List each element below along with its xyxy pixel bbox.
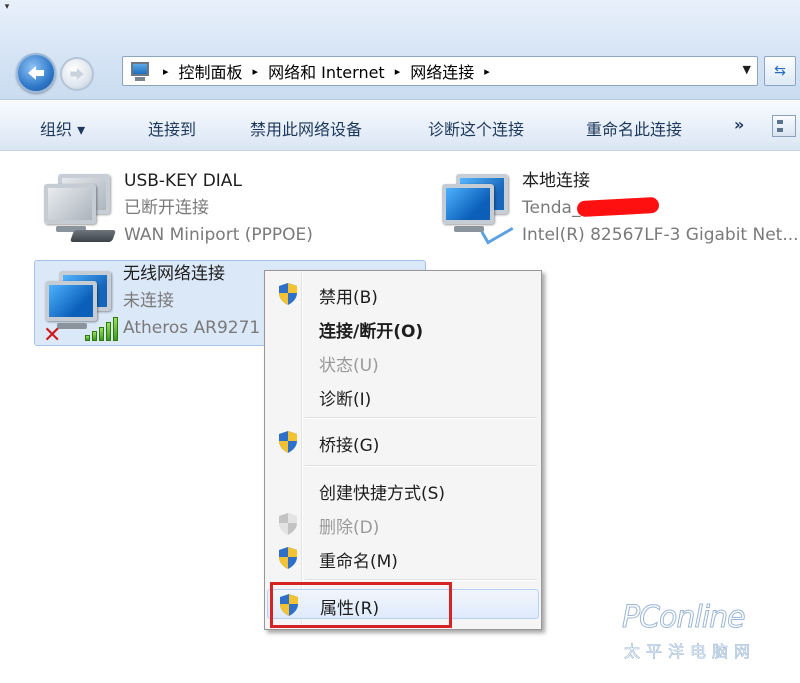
title-bar: ▾ ▸ 控制面板 ▸ 网络和 Internet ▸ 网络连接 ▸ ▼ ⇆	[0, 0, 800, 100]
connection-usb-key-dial[interactable]: USB-KEY DIAL 已断开连接 WAN Miniport (PPPOE)	[38, 168, 368, 254]
network-adapter-icon	[38, 168, 118, 248]
menu-item-bridge[interactable]: 桥接(G)	[267, 427, 539, 457]
breadcrumb-control-panel[interactable]: 控制面板	[179, 59, 243, 83]
connection-device: Atheros AR9271	[123, 318, 261, 338]
menu-item-status: 状态(U)	[319, 356, 379, 376]
control-panel-icon	[129, 60, 153, 82]
menu-item-diagnose[interactable]: 诊断(I)	[267, 381, 539, 411]
watermark-subtitle: 太平洋电脑网	[624, 642, 757, 662]
back-arrow-icon	[28, 66, 44, 80]
connection-status: 未连接	[123, 291, 174, 311]
watermark-logo: PConline	[622, 600, 747, 636]
rename-button[interactable]: 重命名此连接	[586, 116, 682, 140]
properties-highlight-box	[270, 582, 452, 628]
uac-shield-icon	[279, 283, 297, 305]
disable-device-button[interactable]: 禁用此网络设备	[250, 116, 362, 140]
uac-shield-icon	[279, 431, 297, 453]
connect-to-button[interactable]: 连接到	[148, 116, 196, 140]
connection-status: Tenda_	[522, 198, 581, 218]
connection-name: USB-KEY DIAL	[124, 171, 242, 191]
breadcrumb-separator[interactable]: ▸	[163, 65, 169, 78]
breadcrumb-separator[interactable]: ▸	[253, 65, 259, 78]
menu-separator	[305, 417, 537, 419]
disconnected-x-icon: ✕	[43, 323, 62, 348]
command-toolbar: 组织 ▾ 连接到 禁用此网络设备 诊断这个连接 重命名此连接 »	[0, 101, 800, 151]
more-commands-button[interactable]: »	[734, 115, 744, 134]
back-button[interactable]	[16, 53, 56, 93]
connection-device: WAN Miniport (PPPOE)	[124, 225, 313, 245]
network-adapter-icon	[436, 168, 516, 248]
breadcrumb-separator[interactable]: ▸	[484, 65, 490, 78]
forward-button[interactable]	[60, 57, 94, 91]
pconline-watermark: PConline 太平洋电脑网	[622, 600, 792, 670]
context-menu: 禁用(B) 连接/断开(O) 状态(U) 诊断(I) 桥接(G) 创建快捷方式(…	[264, 270, 542, 630]
connection-status: 已断开连接	[124, 198, 209, 218]
menu-separator	[305, 579, 537, 581]
uac-shield-icon	[279, 513, 297, 535]
menu-item-delete: 删除(D)	[267, 509, 539, 539]
organize-menu[interactable]: 组织 ▾	[40, 116, 85, 140]
refresh-button[interactable]: ⇆	[764, 56, 796, 86]
wireless-adapter-icon: ✕	[39, 265, 119, 348]
refresh-icon: ⇆	[774, 63, 786, 79]
menu-item-connect-disconnect[interactable]: 连接/断开(O)	[267, 313, 539, 343]
menu-separator	[305, 465, 537, 467]
connection-device: Intel(R) 82567LF-3 Gigabit Net...	[522, 225, 799, 245]
recent-pages-dropdown[interactable]: ▾	[0, 0, 14, 14]
breadcrumb-network-internet[interactable]: 网络和 Internet	[268, 59, 385, 83]
breadcrumb-network-connections[interactable]: 网络连接	[410, 59, 474, 83]
menu-item-disable[interactable]: 禁用(B)	[267, 279, 539, 309]
view-options-icon[interactable]	[772, 115, 796, 137]
forward-arrow-icon	[70, 68, 84, 80]
address-bar[interactable]: ▸ 控制面板 ▸ 网络和 Internet ▸ 网络连接 ▸ ▼	[122, 56, 758, 86]
menu-item-create-shortcut[interactable]: 创建快捷方式(S)	[267, 475, 539, 505]
address-dropdown-icon[interactable]: ▼	[743, 63, 751, 76]
uac-shield-icon	[279, 547, 297, 569]
breadcrumb-separator[interactable]: ▸	[395, 65, 401, 78]
connection-name: 本地连接	[522, 171, 590, 191]
menu-item-rename[interactable]: 重命名(M)	[267, 543, 539, 573]
diagnose-button[interactable]: 诊断这个连接	[428, 116, 524, 140]
connection-name: 无线网络连接	[123, 264, 225, 284]
signal-bars-icon	[83, 315, 119, 341]
